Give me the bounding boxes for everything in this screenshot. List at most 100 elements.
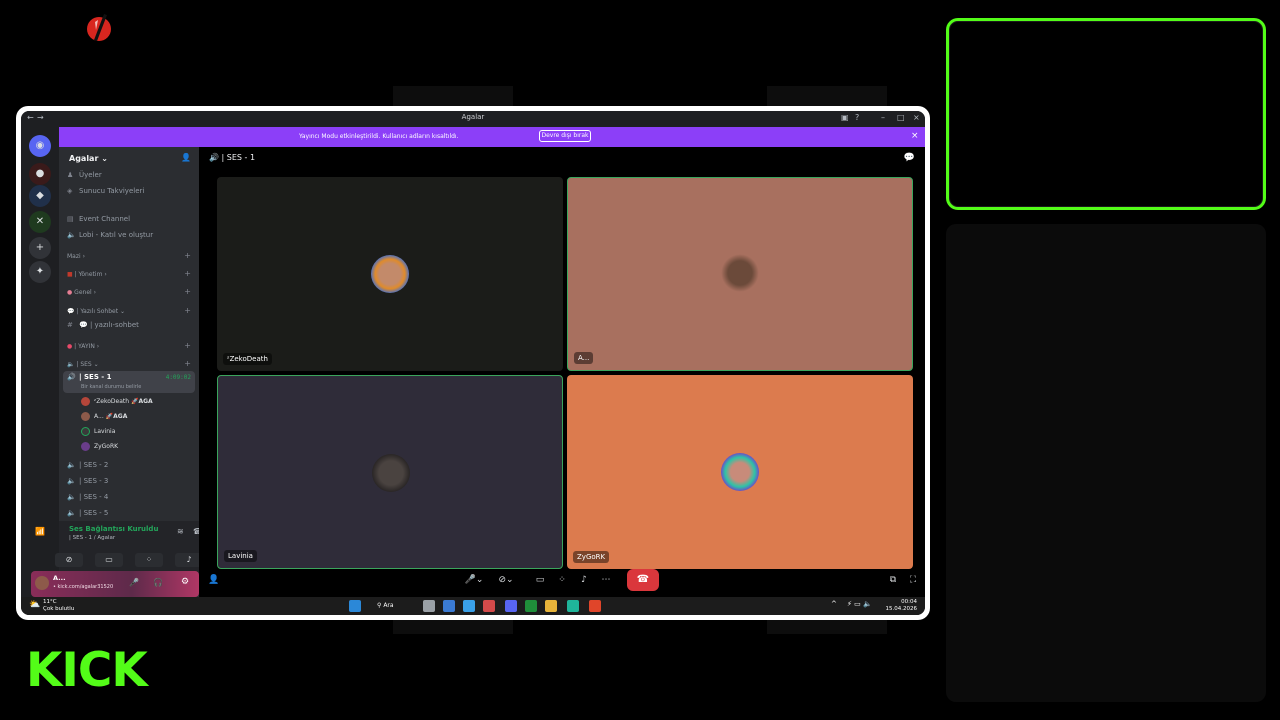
microphone-toggle-icon[interactable]: 🎤⌄ [463,571,485,589]
inbox-icon[interactable]: ▣ [841,113,849,122]
screen-share-icon[interactable]: ▭ [533,571,547,589]
start-menu-icon[interactable] [349,600,361,612]
members-label: Üyeler [79,171,102,179]
channel-yazili-sohbet[interactable]: # 💬 | yazılı-sohbet [67,321,139,329]
brave-icon[interactable] [589,600,601,612]
app-icon[interactable] [483,600,495,612]
minimize-icon[interactable]: – [881,113,885,122]
category-label: Genel [74,289,92,296]
edge-icon[interactable] [463,600,475,612]
noise-suppression-icon[interactable]: ≋ [177,527,184,536]
phone-hangup-icon: ☎ [636,574,650,585]
close-icon[interactable]: × [913,113,920,122]
activities-icon: ⁘ [145,555,153,564]
more-options-icon[interactable]: ⋯ [599,571,613,589]
discover-icon[interactable]: ✦ [29,261,51,283]
app-window: ← → Agalar ▣ ? – □ × Yayıncı Modu etkinl… [16,106,930,620]
add-channel-icon[interactable]: + [184,251,191,260]
help-icon[interactable]: ? [855,113,859,122]
xbox-icon[interactable] [525,600,537,612]
webcam-frame [946,18,1266,210]
activities-button[interactable]: ⁘ [135,553,163,567]
participant-tile[interactable]: ᶻZekoDeath [217,177,563,371]
discord-home-icon[interactable]: ◉ [29,135,51,157]
add-channel-icon[interactable]: + [184,269,191,278]
channel-status[interactable]: Bir kanal durumu belirle [81,384,141,390]
server-icon[interactable]: ● [29,163,51,185]
avatar [721,453,759,491]
app-icon[interactable] [567,600,579,612]
banner-close-icon[interactable]: × [911,131,919,141]
user-name: A... [94,413,104,420]
camera-off-icon: ⊘ [65,555,73,564]
app-icon[interactable] [443,600,455,612]
channel-event[interactable]: ▤ Event Channel [67,215,130,223]
maximize-icon[interactable]: □ [897,113,905,122]
banner-text: Yayıncı Modu etkinleştirildi. Kullanıcı … [299,133,459,140]
discord-icon[interactable] [505,600,517,612]
add-channel-icon[interactable]: + [184,306,191,315]
channel-ses-2[interactable]: 🔈 | SES - 2 [67,461,108,469]
channel-label: Lobi - Katıl ve oluştur [79,231,154,239]
channel-ses-1[interactable]: 🔊 | SES - 1 [67,373,112,381]
tray-icons[interactable]: ⚡ ▭ 🔈 [847,600,872,608]
file-explorer-icon[interactable] [545,600,557,612]
participant-tile[interactable]: ZyGoRK [567,375,913,569]
pop-out-icon[interactable]: ⧉ [887,571,899,589]
tray-chevron-icon[interactable]: ^ [831,600,837,608]
channel-ses-5[interactable]: 🔈 | SES - 5 [67,509,108,517]
user-custom-status: • kick.com/agalar31520 [53,584,114,590]
headphones-icon[interactable]: 🎧 [153,578,163,587]
hang-up-button[interactable]: ☎ [627,569,659,591]
background-tab [767,86,887,106]
search-box[interactable]: ⚲ Ara [377,600,407,612]
screen-share-button[interactable]: ▭ [95,553,123,567]
voice-user[interactable]: A... 🚀AGA [81,412,127,421]
avatar[interactable] [35,576,49,590]
clock[interactable]: 00:04 15.04.2026 [886,599,918,613]
server-icon[interactable]: ◆ [29,185,51,207]
channel-lobby[interactable]: 🔈 Lobi - Katıl ve oluştur [67,231,153,239]
voice-user[interactable]: ZyGoRK [81,442,118,451]
camera-button[interactable]: ⊘ [55,553,83,567]
participant-name: Lavinia [224,550,257,562]
weather-widget[interactable]: 11°C Çok bulutlu [43,599,74,613]
user-name: ᶻZekoDeath [94,398,130,405]
channel-ses-3[interactable]: 🔈 | SES - 3 [67,477,108,485]
add-channel-icon[interactable]: + [184,287,191,296]
category-ses[interactable]: 🔈 | SES ⌄ [67,361,99,368]
server-icon[interactable]: ✕ [29,211,51,233]
soundboard-icon[interactable]: ♪ [577,571,591,589]
microphone-icon[interactable]: 🎤 [129,578,139,587]
participant-tile[interactable]: Lavinia [217,375,563,569]
camera-toggle-icon[interactable]: ⊘⌄ [495,571,517,589]
category-yayin[interactable]: ● | YAYIN › [67,343,99,350]
category-yazili[interactable]: 💬 | Yazılı Sohbet ⌄ [67,308,125,315]
category-emoji-icon: ● [67,289,73,296]
voice-user[interactable]: Lavinia [81,427,115,436]
search-label: Ara [383,602,394,609]
add-server-icon[interactable]: + [29,237,51,259]
category-yonetim[interactable]: ■ | Yönetim › [67,271,107,278]
members-item[interactable]: ♟ Üyeler [67,171,102,179]
task-view-icon[interactable] [423,600,435,612]
activities-icon[interactable]: ⁘ [555,571,569,589]
chat-icon[interactable]: 💬 [904,153,915,163]
settings-gear-icon[interactable]: ⚙ [181,577,189,587]
fullscreen-icon[interactable]: ⛶ [907,571,919,589]
disable-streamer-mode-button[interactable]: Devre dışı bırak [539,130,591,142]
channel-ses-4[interactable]: 🔈 | SES - 4 [67,493,108,501]
server-name-dropdown[interactable]: Agalar ⌄ [69,154,108,163]
weather-icon: ⛅ [29,600,41,610]
invite-people-icon[interactable]: 👤 [207,571,221,589]
voice-user[interactable]: ᶻZekoDeath 🚀AGA [81,397,153,406]
category-mazi[interactable]: Mazi › [67,253,85,260]
voice-status[interactable]: Ses Bağlantısı Kuruldu [69,525,158,533]
category-genel[interactable]: ● Genel › [67,289,96,296]
add-channel-icon[interactable]: + [184,359,191,368]
add-channel-icon[interactable]: + [184,341,191,350]
participant-tile[interactable]: A... [567,177,913,371]
call-controls: 👤 🎤⌄ ⊘⌄ ▭ ⁘ ♪ ⋯ ☎ ⧉ ⛶ [199,563,925,597]
server-boosts-item[interactable]: ◈ Sunucu Takviyeleri [67,187,144,195]
invite-icon[interactable]: 👤 [181,153,191,162]
